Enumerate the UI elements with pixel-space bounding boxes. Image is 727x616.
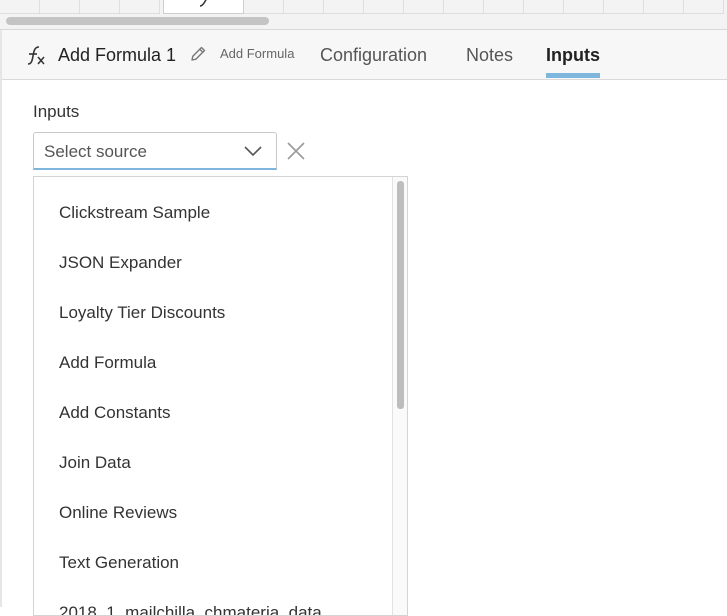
source-dropdown-menu[interactable]: Clickstream Sample JSON Expander Loyalty… [33,176,408,616]
node-type-label: Add Formula [220,46,295,61]
source-select[interactable]: Select source [33,132,277,170]
inputs-section-label: Inputs [33,102,80,121]
formula-node-glyph-icon [199,0,207,7]
function-fx-icon [27,46,45,65]
dropdown-option-loyalty-tier-discounts[interactable]: Loyalty Tier Discounts [34,288,392,338]
dropdown-option-join-data[interactable]: Join Data [34,438,392,488]
node-title[interactable]: Add Formula 1 [58,44,176,66]
panel-left-border [0,30,2,607]
dropdown-scrollbar-track[interactable] [392,177,407,615]
source-select-placeholder: Select source [44,142,147,161]
pencil-icon[interactable] [189,45,207,63]
close-icon[interactable] [286,141,306,161]
tab-configuration[interactable]: Configuration [320,44,427,66]
dropdown-option-text-generation[interactable]: Text Generation [34,538,392,588]
tab-notes[interactable]: Notes [466,44,513,66]
dropdown-option-json-expander[interactable]: JSON Expander [34,238,392,288]
canvas-node-card[interactable] [163,0,244,14]
active-tab-indicator [546,73,600,78]
dropdown-option-online-reviews[interactable]: Online Reviews [34,488,392,538]
tab-inputs[interactable]: Inputs [546,44,600,66]
dropdown-option-add-constants[interactable]: Add Constants [34,388,392,438]
chevron-down-icon[interactable] [243,145,263,157]
workflow-canvas-strip[interactable] [0,0,727,30]
dropdown-scrollbar-thumb[interactable] [397,181,404,409]
horizontal-scrollbar[interactable] [6,17,269,25]
dropdown-option-partial[interactable]: 2018_1_mailchilla_chmateria_data [34,588,392,615]
dropdown-option-clickstream-sample[interactable]: Clickstream Sample [34,188,392,238]
dropdown-option-add-formula[interactable]: Add Formula [34,338,392,388]
